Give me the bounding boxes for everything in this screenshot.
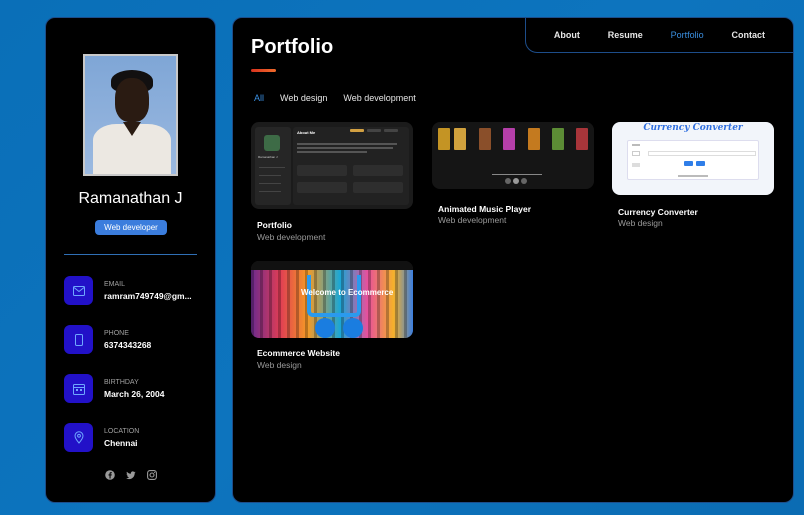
twitter-icon[interactable] <box>125 470 136 480</box>
contact-value[interactable]: 6374343268 <box>104 340 200 350</box>
project-category: Web development <box>257 232 326 242</box>
project-title: Currency Converter <box>618 207 698 217</box>
project-thumbnail[interactable] <box>432 122 594 189</box>
project-title: Portfolio <box>257 220 292 230</box>
project-category: Web design <box>618 218 663 228</box>
contact-value: Chennai <box>104 438 138 448</box>
project-thumbnail[interactable]: Welcome to Ecommerce <box>251 261 413 338</box>
project-thumbnail[interactable]: Ramanathan J About Me <box>251 122 413 209</box>
nav-portfolio[interactable]: Portfolio <box>671 30 704 40</box>
contact-label: EMAIL <box>104 281 126 288</box>
filter-web-design[interactable]: Web design <box>280 93 327 103</box>
filter-all[interactable]: All <box>254 93 264 103</box>
sidebar-separator <box>64 254 197 255</box>
project-card-currency-converter[interactable]: Currency Converter Currency Converter We… <box>612 122 774 232</box>
mail-icon <box>64 276 93 305</box>
calendar-icon <box>64 374 93 403</box>
project-title: Animated Music Player <box>438 204 532 214</box>
project-thumbnail[interactable]: Currency Converter <box>612 122 774 195</box>
top-navbar: About Resume Portfolio Contact <box>525 18 793 53</box>
contact-value: March 26, 2004 <box>104 389 165 399</box>
contact-label: BIRTHDAY <box>104 379 139 386</box>
nav-about[interactable]: About <box>554 30 580 40</box>
social-links <box>46 470 215 480</box>
title-underline <box>251 69 276 72</box>
contact-label: PHONE <box>104 330 129 337</box>
instagram-icon[interactable] <box>146 470 157 480</box>
phone-icon <box>64 325 93 354</box>
contact-birthday: BIRTHDAY March 26, 2004 <box>64 374 204 404</box>
nav-contact[interactable]: Contact <box>732 30 766 40</box>
nav-resume[interactable]: Resume <box>608 30 643 40</box>
project-card-music-player[interactable]: Animated Music Player Web development <box>432 122 594 232</box>
portfolio-panel: About Resume Portfolio Contact Portfolio… <box>232 17 794 503</box>
project-card-ecommerce[interactable]: Welcome to Ecommerce Ecommerce Website W… <box>251 261 413 376</box>
contact-location: LOCATION Chennai <box>64 423 204 453</box>
project-category: Web development <box>438 215 507 225</box>
role-badge: Web developer <box>95 220 167 235</box>
page-title: Portfolio <box>251 36 334 58</box>
contact-email[interactable]: EMAIL ramram749749@gm... <box>64 276 204 306</box>
profile-photo <box>83 54 178 176</box>
facebook-icon[interactable] <box>104 470 115 480</box>
contact-label: LOCATION <box>104 428 140 435</box>
location-pin-icon <box>64 423 93 452</box>
filter-web-development[interactable]: Web development <box>343 93 415 103</box>
contact-phone[interactable]: PHONE 6374343268 <box>64 325 204 355</box>
project-title: Ecommerce Website <box>257 348 340 358</box>
project-card-portfolio[interactable]: Ramanathan J About Me Portfolio Web deve… <box>251 122 413 246</box>
profile-sidebar: Ramanathan J Web developer EMAIL ramram7… <box>45 17 216 503</box>
contact-value[interactable]: ramram749749@gm... <box>104 291 200 301</box>
profile-name: Ramanathan J <box>78 190 183 207</box>
filter-list: All Web design Web development <box>254 93 416 103</box>
project-category: Web design <box>257 360 302 370</box>
